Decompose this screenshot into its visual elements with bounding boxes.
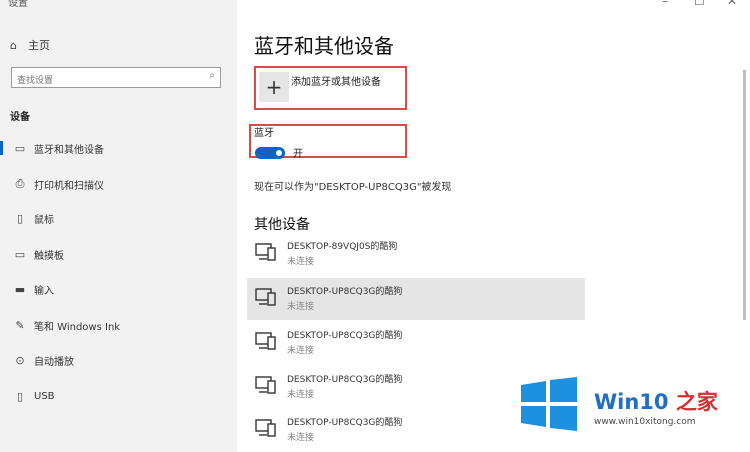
sidebar-item-touchpad[interactable]: ▭ 触摸板 [0, 244, 237, 264]
device-name: DESKTOP-UP8CQ3G的酷狗 [287, 287, 403, 297]
device-status: 未连接 [287, 433, 315, 443]
mouse-icon: ▯ [16, 211, 24, 225]
device-item[interactable]: DESKTOP-UP8CQ3G的酷狗 未连接 [247, 278, 585, 320]
device-status: 未连接 [287, 346, 315, 356]
other-devices-heading: 其他设备 [254, 217, 310, 233]
scrollbar[interactable] [743, 70, 746, 320]
plus-icon: + [265, 75, 283, 99]
bluetooth-device-icon: ▭ [14, 141, 26, 155]
sidebar-item-printers[interactable]: ⎙ 打印机和扫描仪 [0, 174, 237, 194]
sidebar-item-pen[interactable]: ✎ 笔和 Windows Ink [0, 315, 237, 335]
computer-device-icon [255, 332, 276, 350]
usb-icon: ▯ [16, 389, 24, 403]
sidebar-item-autoplay[interactable]: ⊙ 自动播放 [0, 350, 237, 370]
sidebar-item-label: 触摸板 [34, 250, 64, 262]
sidebar-item-label: USB [34, 390, 55, 402]
sidebar-item-label: 笔和 Windows Ink [34, 321, 121, 333]
device-item[interactable]: DESKTOP-89VQJ0S的酷狗 未连接 [247, 233, 585, 275]
computer-device-icon [255, 288, 276, 306]
sidebar-item-label: 自动播放 [34, 356, 74, 368]
search-input[interactable] [12, 71, 197, 91]
device-name: DESKTOP-UP8CQ3G的酷狗 [287, 375, 403, 385]
add-device-label[interactable]: 添加蓝牙或其他设备 [291, 73, 381, 88]
pen-icon: ✎ [15, 318, 25, 332]
sidebar-item-label: 蓝牙和其他设备 [34, 144, 104, 156]
sidebar-item-typing[interactable]: ▬ 输入 [0, 279, 237, 299]
windows-logo-icon [521, 377, 577, 431]
watermark-brand: Win10 之家 [594, 386, 718, 416]
watermark-brand-suffix: 之家 [668, 390, 718, 414]
toggle-knob [276, 150, 282, 156]
bluetooth-settings-page: – ☐ ✕ 蓝牙和其他设备 + 添加蓝牙或其他设备 蓝牙 开 现在可以作为"DE… [237, 0, 750, 452]
home-label: 主页 [28, 39, 50, 52]
autoplay-icon: ⊙ [15, 353, 25, 367]
settings-sidebar: 设置 ⌂ 主页 ⌕ 设备 ▭ 蓝牙和其他设备 ⎙ 打印机和扫描仪 ▯ 鼠标 ▭ … [0, 0, 237, 452]
touchpad-icon: ▭ [14, 247, 26, 261]
device-status: 未连接 [287, 390, 315, 400]
keyboard-icon: ▬ [14, 282, 26, 296]
watermark-brand-prefix: Win10 [594, 390, 669, 414]
page-title: 蓝牙和其他设备 [254, 34, 394, 58]
minimize-button[interactable]: – [662, 0, 668, 8]
devices-section-heading: 设备 [10, 112, 30, 123]
computer-device-icon [255, 419, 276, 437]
sidebar-item-bluetooth[interactable]: ▭ 蓝牙和其他设备 [0, 138, 237, 158]
printer-icon: ⎙ [15, 177, 25, 190]
maximize-button[interactable]: ☐ [694, 0, 705, 8]
search-icon[interactable]: ⌕ [209, 70, 215, 81]
close-button[interactable]: ✕ [727, 0, 737, 8]
bluetooth-state: 开 [293, 149, 303, 160]
device-name: DESKTOP-89VQJ0S的酷狗 [287, 242, 398, 252]
window-title: 设置 [8, 0, 28, 9]
sidebar-item-label: 鼠标 [34, 214, 54, 226]
device-name: DESKTOP-UP8CQ3G的酷狗 [287, 418, 403, 428]
bluetooth-toggle[interactable] [255, 147, 285, 159]
device-status: 未连接 [287, 302, 315, 312]
sidebar-item-label: 输入 [34, 285, 54, 297]
device-item[interactable]: DESKTOP-UP8CQ3G的酷狗 未连接 [247, 322, 585, 364]
discoverable-text: 现在可以作为"DESKTOP-UP8CQ3G"被发现 [254, 182, 452, 193]
device-status: 未连接 [287, 257, 315, 267]
bluetooth-label: 蓝牙 [254, 128, 274, 139]
computer-device-icon [255, 376, 276, 394]
watermark-url: www.win10xitong.com [594, 417, 696, 427]
add-device-button[interactable]: + [259, 72, 289, 102]
home-icon: ⌂ [10, 38, 17, 52]
home-nav-item[interactable]: ⌂ 主页 [10, 36, 50, 54]
sidebar-item-usb[interactable]: ▯ USB [0, 386, 237, 406]
computer-device-icon [255, 243, 276, 261]
sidebar-item-mouse[interactable]: ▯ 鼠标 [0, 208, 237, 228]
sidebar-item-label: 打印机和扫描仪 [34, 180, 104, 192]
device-name: DESKTOP-UP8CQ3G的酷狗 [287, 331, 403, 341]
search-settings-box[interactable]: ⌕ [11, 67, 221, 91]
